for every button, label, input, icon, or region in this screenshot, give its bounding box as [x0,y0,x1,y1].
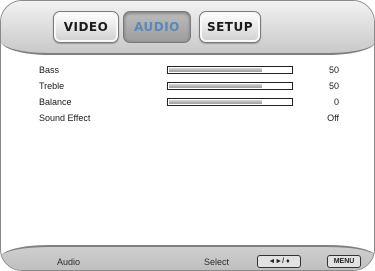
bass-slider[interactable] [167,66,293,74]
tab-setup[interactable]: SETUP [199,11,261,43]
setting-value: 0 [333,97,339,107]
menu-header: VIDEO AUDIO SETUP [1,1,374,55]
nav-keys-icon: ◄►/ ♦ [257,255,301,268]
setting-value: 50 [328,65,339,75]
menu-key-icon: MENU [327,255,361,268]
treble-slider[interactable] [167,82,293,90]
setting-label: Balance [39,97,72,107]
tab-video[interactable]: VIDEO [53,11,119,43]
setting-label: Bass [39,65,60,75]
setting-row-treble[interactable]: Treble 50 [39,79,339,95]
footer-select-hint: Select [204,257,230,267]
setting-value: Off [327,113,339,123]
audio-settings-list: Bass 50 Treble 50 Balance 0 Sound Effect… [39,63,339,127]
setting-row-sound-effect[interactable]: Sound Effect Off [39,111,339,127]
footer-section-label: Audio [57,257,81,267]
osd-menu-window: VIDEO AUDIO SETUP Bass 50 Treble 50 Bala… [0,0,375,271]
tab-audio[interactable]: AUDIO [123,11,191,43]
setting-label: Sound Effect [39,113,91,123]
balance-slider[interactable] [167,98,293,106]
slider-fill [169,84,262,88]
setting-row-balance[interactable]: Balance 0 [39,95,339,111]
setting-row-bass[interactable]: Bass 50 [39,63,339,79]
setting-value: 50 [328,81,339,91]
slider-fill [169,68,262,72]
menu-footer: Audio Select ◄►/ ♦ MENU [1,245,374,270]
slider-fill [169,100,262,104]
setting-label: Treble [39,81,65,91]
